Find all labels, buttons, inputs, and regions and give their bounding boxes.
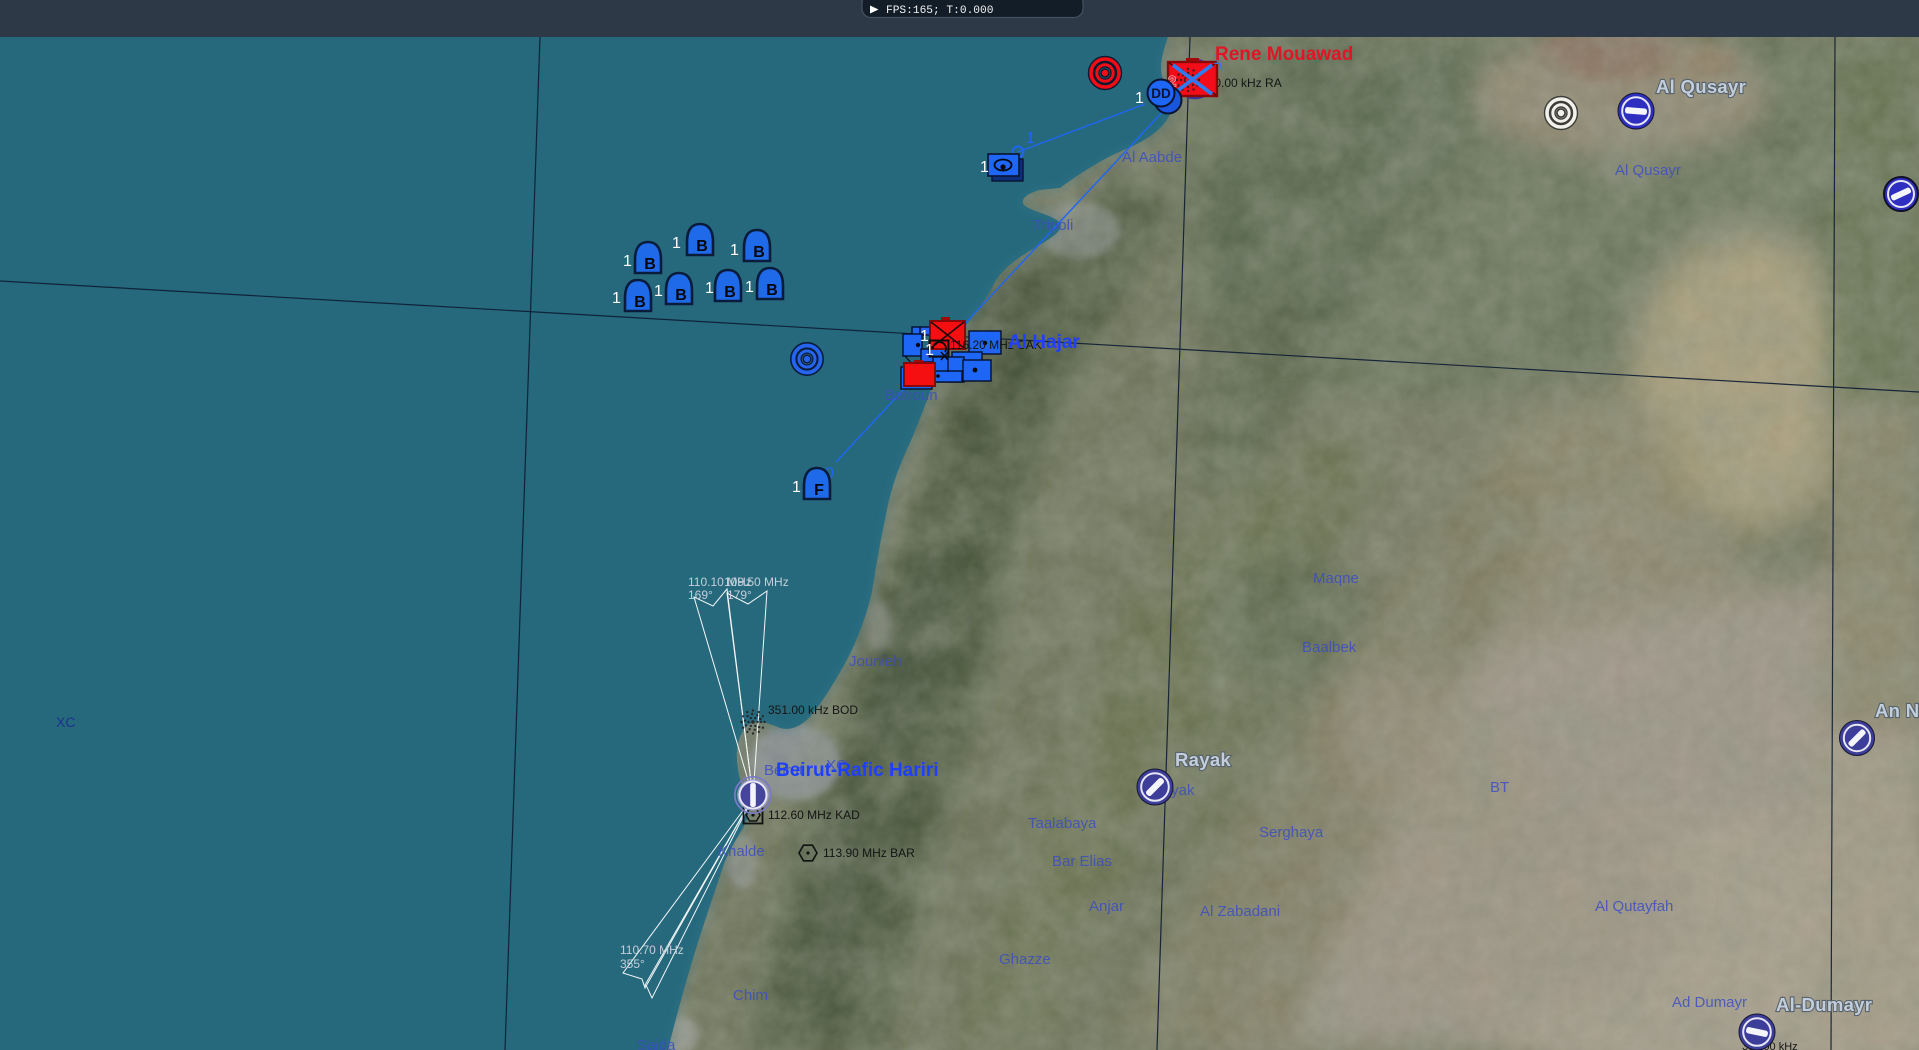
svg-text:1: 1: [623, 253, 632, 270]
svg-text:355°: 355°: [620, 957, 645, 971]
svg-text:FPS:165; T:0.000: FPS:165; T:0.000: [886, 5, 994, 17]
svg-text:Al Zabadani: Al Zabadani: [1200, 903, 1280, 920]
svg-text:B: B: [766, 282, 778, 299]
svg-text:Maqne: Maqne: [1313, 570, 1359, 587]
svg-text:Al Qusayr: Al Qusayr: [1656, 76, 1746, 97]
svg-text:B: B: [644, 256, 656, 273]
svg-text:112.60 MHz KAD: 112.60 MHz KAD: [768, 808, 860, 822]
svg-text:Baalbek: Baalbek: [1302, 639, 1357, 656]
svg-text:Al Hajar: Al Hajar: [1008, 332, 1080, 353]
svg-text:1: 1: [672, 235, 681, 252]
svg-text:Al Qutayfah: Al Qutayfah: [1595, 898, 1673, 915]
svg-text:1: 1: [612, 290, 621, 307]
svg-text:An N: An N: [1875, 700, 1919, 721]
svg-text:B: B: [753, 244, 765, 261]
svg-text:B: B: [724, 284, 736, 301]
svg-text:Saida: Saida: [637, 1037, 676, 1050]
svg-text:Khalde: Khalde: [718, 843, 765, 860]
svg-text:1: 1: [730, 242, 739, 259]
svg-text:1: 1: [1026, 130, 1035, 147]
svg-text:1: 1: [654, 283, 663, 300]
svg-text:Anjar: Anjar: [1089, 898, 1124, 915]
svg-text:179°: 179°: [727, 588, 752, 602]
svg-text:B: B: [634, 294, 646, 311]
svg-text:Tripoli: Tripoli: [1033, 217, 1073, 234]
svg-text:XC: XC: [56, 714, 75, 730]
svg-text:1: 1: [925, 342, 934, 359]
svg-text:BT: BT: [1490, 779, 1509, 796]
svg-text:Beirut-Rafic Hariri: Beirut-Rafic Hariri: [776, 760, 939, 781]
svg-text:169°: 169°: [688, 588, 713, 602]
svg-text:109.50 MHz: 109.50 MHz: [724, 575, 789, 589]
svg-text:Rayak: Rayak: [1175, 749, 1231, 770]
svg-text:Ad Dumayr: Ad Dumayr: [1672, 994, 1747, 1011]
svg-text:110.70 MHz: 110.70 MHz: [620, 943, 684, 957]
svg-text:1: 1: [745, 279, 754, 296]
svg-text:1: 1: [705, 280, 714, 297]
svg-text:Rene Mouawad: Rene Mouawad: [1215, 44, 1353, 65]
svg-text:Ghazze: Ghazze: [999, 951, 1051, 968]
svg-text:DD: DD: [1151, 86, 1171, 101]
svg-text:B: B: [696, 238, 708, 255]
svg-text:351.00 kHz BOD: 351.00 kHz BOD: [768, 703, 858, 717]
svg-text:Al Qusayr: Al Qusayr: [1615, 162, 1681, 179]
svg-text:Al-Dumayr: Al-Dumayr: [1776, 994, 1872, 1015]
svg-text:Chim: Chim: [733, 987, 768, 1004]
svg-text:B: B: [675, 287, 687, 304]
svg-text:Jounieh: Jounieh: [849, 653, 902, 670]
svg-text:F: F: [814, 482, 824, 499]
svg-text:Al Aabde: Al Aabde: [1122, 149, 1182, 166]
svg-text:1: 1: [792, 479, 801, 496]
svg-text:Bar Elias: Bar Elias: [1052, 853, 1112, 870]
svg-text:1: 1: [1135, 90, 1144, 107]
svg-text:1: 1: [980, 159, 989, 176]
svg-text:Serghaya: Serghaya: [1259, 824, 1324, 841]
svg-text:113.90 MHz BAR: 113.90 MHz BAR: [823, 846, 915, 860]
svg-text:Taalabaya: Taalabaya: [1028, 815, 1097, 832]
